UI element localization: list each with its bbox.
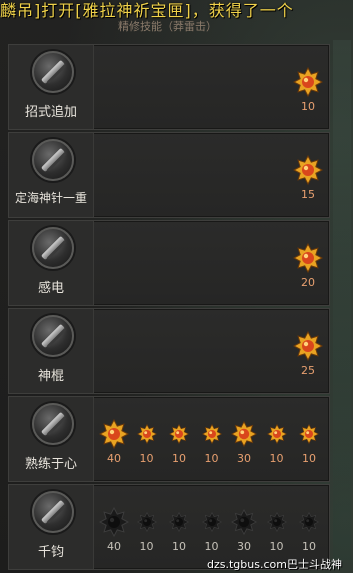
skill-panel[interactable]: 熟练于心 40 10 10 10 30 10 10 — [8, 396, 330, 482]
staff-skill-icon[interactable] — [32, 491, 74, 533]
star-gem-icon — [293, 331, 323, 361]
star-gem-icon — [99, 507, 129, 537]
star-gem-icon — [169, 424, 189, 444]
upgrade-gem[interactable]: 20 — [293, 243, 323, 289]
star-gem-icon — [266, 512, 287, 532]
upgrade-gem[interactable]: 10 — [294, 424, 324, 465]
upgrade-gem[interactable]: 10 — [197, 424, 227, 465]
staff-blade-shape — [40, 147, 66, 173]
gem-level: 10 — [172, 452, 186, 465]
skill-icon-frame: 熟练于心 — [9, 397, 94, 481]
star-gem-icon — [293, 243, 323, 273]
gem-level: 10 — [172, 540, 186, 553]
gem-level: 10 — [269, 540, 284, 553]
upgrade-gem[interactable]: 40 — [99, 419, 129, 465]
site-watermark: dzs.tgbus.com巴士斗战神 — [207, 558, 342, 571]
star-gem-icon — [99, 419, 129, 449]
upgrade-gem[interactable]: 25 — [293, 331, 323, 377]
scroll-track[interactable] — [333, 40, 351, 560]
gem-level: 10 — [302, 540, 316, 553]
staff-blade-shape — [40, 323, 66, 349]
upgrade-gem[interactable]: 10 — [164, 512, 194, 553]
star-gem-icon — [231, 509, 257, 535]
skill-panel[interactable]: 神棍 25 — [8, 308, 330, 394]
gem-level: 15 — [301, 188, 315, 201]
skill-name: 千钧 — [37, 545, 64, 560]
star-gem-icon — [136, 512, 157, 532]
staff-skill-icon[interactable] — [32, 227, 74, 269]
upgrade-gem[interactable]: 10 — [132, 424, 162, 465]
star-gem-icon — [231, 421, 257, 447]
gem-level: 10 — [301, 100, 315, 113]
skill-name: 感电 — [37, 281, 64, 296]
gem-level: 10 — [139, 540, 154, 553]
gem-level: 30 — [237, 540, 251, 553]
skill-name: 神棍 — [37, 369, 64, 384]
skill-icon-frame: 神棍 — [9, 309, 94, 393]
gem-level: 10 — [302, 452, 316, 465]
skill-panel[interactable]: 定海神针一重 15 — [8, 132, 330, 218]
star-gem-icon — [266, 424, 287, 444]
gem-level: 40 — [107, 452, 121, 465]
skill-name: 熟练于心 — [24, 457, 77, 472]
upgrade-gem[interactable]: 30 — [229, 421, 259, 465]
gem-level: 10 — [139, 452, 154, 465]
gem-level: 25 — [301, 364, 315, 377]
staff-blade-shape — [40, 59, 66, 85]
gem-level: 10 — [269, 452, 284, 465]
gem-level: 10 — [204, 452, 219, 465]
skill-icon-frame: 招式追加 — [9, 45, 94, 129]
gem-level: 30 — [237, 452, 251, 465]
upgrade-gem[interactable]: 10 — [294, 512, 324, 553]
skill-panel[interactable]: 感电 20 — [8, 220, 330, 306]
panel-subtitle: 精修技能（莽雷击） — [118, 20, 217, 33]
star-gem-icon — [201, 512, 222, 532]
skill-panel[interactable]: 招式追加 10 — [8, 44, 330, 130]
skill-icon-frame: 感电 — [9, 221, 94, 305]
staff-skill-icon[interactable] — [32, 315, 74, 357]
upgrade-gem[interactable]: 10 — [293, 67, 323, 113]
skill-name: 定海神针一重 — [14, 191, 87, 205]
star-gem-icon — [293, 67, 323, 97]
gem-level: 10 — [204, 540, 219, 553]
staff-blade-shape — [40, 411, 66, 437]
star-gem-icon — [293, 155, 323, 185]
staff-blade-shape — [40, 235, 66, 261]
gem-level: 40 — [107, 540, 121, 553]
upgrade-gem[interactable]: 10 — [197, 512, 227, 553]
star-gem-icon — [299, 512, 319, 532]
upgrade-gem[interactable]: 10 — [262, 424, 292, 465]
skill-icon-frame: 千钧 — [9, 485, 94, 569]
skill-icon-frame: 定海神针一重 — [9, 133, 94, 217]
star-gem-icon — [136, 424, 157, 444]
star-gem-icon — [201, 424, 222, 444]
upgrade-gem[interactable]: 15 — [293, 155, 323, 201]
staff-skill-icon[interactable] — [32, 403, 74, 445]
skill-name: 招式追加 — [24, 105, 77, 120]
upgrade-gem[interactable]: 30 — [229, 509, 259, 553]
upgrade-gem[interactable]: 10 — [164, 424, 194, 465]
upgrade-gem[interactable]: 40 — [99, 507, 129, 553]
staff-skill-icon[interactable] — [32, 139, 74, 181]
staff-blade-shape — [40, 499, 66, 525]
gem-level: 20 — [301, 276, 315, 289]
star-gem-icon — [299, 424, 319, 444]
star-gem-icon — [169, 512, 189, 532]
staff-skill-icon[interactable] — [32, 51, 74, 93]
upgrade-gem[interactable]: 10 — [132, 512, 162, 553]
upgrade-gem[interactable]: 10 — [262, 512, 292, 553]
